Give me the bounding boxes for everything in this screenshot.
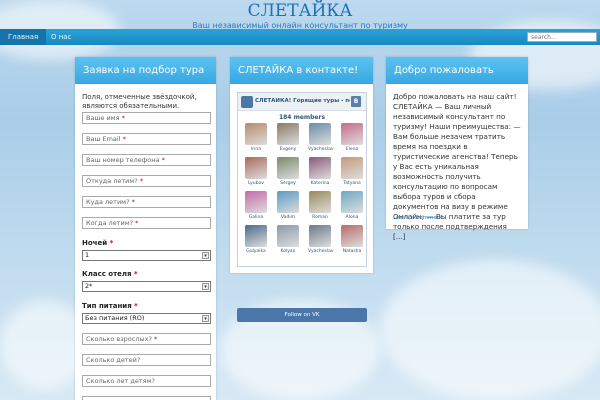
children-field[interactable]: Сколько детей? [82, 354, 211, 366]
search-input[interactable] [527, 32, 597, 42]
vk-widget: СЛЕТАЙКА! Горящие туры - подб... В 184 m… [237, 92, 367, 267]
vk-member-avatar[interactable] [309, 191, 331, 213]
vk-member-name[interactable]: Roman [308, 215, 332, 220]
vk-member-avatar[interactable] [341, 225, 363, 247]
nav-item-home[interactable]: Главная [0, 29, 47, 45]
vk-member[interactable]: Elena [340, 123, 364, 152]
vk-member-avatar[interactable] [341, 157, 363, 179]
vk-member[interactable]: Lyubov [244, 157, 268, 186]
vk-member[interactable]: Sergey [276, 157, 300, 186]
vk-follow-button[interactable]: Follow on VK [237, 308, 367, 322]
vk-member[interactable]: Gulyaika [244, 225, 268, 254]
vk-member-avatar[interactable] [277, 191, 299, 213]
vk-member-avatar[interactable] [341, 123, 363, 145]
vk-member-avatar[interactable] [245, 123, 267, 145]
site-header: СЛЕТАЙКА Ваш независимый онлайн консульт… [0, 0, 600, 30]
vk-member-name[interactable]: Alona [340, 215, 364, 220]
vk-member-avatar[interactable] [309, 225, 331, 247]
vk-member-name[interactable]: Evgeny [276, 147, 300, 152]
vk-member-avatar[interactable] [277, 225, 299, 247]
tour-request-title: Заявка на подбор тура [75, 57, 216, 84]
vk-member-name[interactable]: Vyacheslav [308, 249, 334, 254]
vk-member-avatar[interactable] [277, 123, 299, 145]
vk-member[interactable]: Vyacheslav [308, 225, 334, 254]
vk-panel: СЛЕТАЙКА в контакте! СЛЕТАЙКА! Горящие т… [230, 57, 373, 322]
vk-member-name[interactable]: Galina [244, 215, 268, 220]
vk-member-avatar[interactable] [277, 157, 299, 179]
email-field[interactable]: Ваш Email * [82, 133, 211, 145]
vk-group-title[interactable]: СЛЕТАЙКА! Горящие туры - подб... [255, 98, 350, 104]
vk-member-avatar[interactable] [245, 191, 267, 213]
phone-field[interactable]: Ваш номер телефона * [82, 154, 211, 166]
vk-member-avatar[interactable] [245, 157, 267, 179]
vk-member-name[interactable]: Lyubov [244, 181, 268, 186]
extra-field[interactable] [82, 396, 211, 400]
welcome-panel: Добро пожаловать Добро пожаловать на наш… [386, 57, 528, 241]
chevron-down-icon: ▾ [202, 315, 209, 322]
nights-select[interactable]: 1 ▾ [82, 250, 211, 261]
chevron-down-icon: ▾ [202, 252, 209, 259]
vk-member-avatar[interactable] [341, 191, 363, 213]
food-type-label: Тип питания * [82, 302, 138, 310]
required-fields-note: Поля, отмеченные звёздочкой, являются об… [82, 93, 197, 110]
vk-logo-icon[interactable]: В [351, 96, 361, 107]
vk-member-name[interactable]: Natasha [340, 249, 364, 254]
name-field[interactable]: Ваше имя * [82, 112, 211, 124]
vk-group-avatar[interactable] [241, 96, 253, 108]
hotel-class-select[interactable]: 2* ▾ [82, 281, 211, 292]
vk-member[interactable]: Roman [308, 191, 332, 220]
nav-item-about[interactable]: О нас [43, 29, 79, 45]
vk-member[interactable]: Vyacheslav [308, 123, 334, 152]
vk-member[interactable]: Alona [340, 191, 364, 220]
background-cloud [380, 260, 600, 400]
vk-member[interactable]: Tatyana [340, 157, 364, 186]
site-title[interactable]: СЛЕТАЙКА [0, 0, 600, 20]
vk-member-avatar[interactable] [309, 123, 331, 145]
vk-member-name[interactable]: Sergey [276, 181, 300, 186]
vk-member-name[interactable]: Irina [244, 147, 268, 152]
vk-member-name[interactable]: Vyacheslav [308, 147, 334, 152]
vk-member[interactable]: Irina [244, 123, 268, 152]
vk-member-name[interactable]: Gulyaika [244, 249, 268, 254]
leave-comment-link[interactable]: Leave a comment [393, 215, 442, 221]
tour-request-panel: Заявка на подбор тура Поля, отмеченные з… [75, 57, 216, 400]
hotel-class-label: Класс отеля * [82, 270, 138, 278]
vk-member[interactable]: Kolyan [276, 225, 300, 254]
vk-member-avatar[interactable] [245, 225, 267, 247]
vk-member[interactable]: Galina [244, 191, 268, 220]
vk-member-name[interactable]: Kolyan [276, 249, 300, 254]
vk-member[interactable]: Evgeny [276, 123, 300, 152]
vk-member-avatar[interactable] [309, 157, 331, 179]
chevron-down-icon: ▾ [202, 283, 209, 290]
food-type-select[interactable]: Без питания (RO) ▾ [82, 313, 211, 324]
from-field[interactable]: Откуда летим? * [82, 175, 211, 187]
vk-member-count[interactable]: 184 members [238, 114, 366, 121]
main-nav: Главная О нас [0, 29, 600, 45]
vk-member-name[interactable]: Katerina [308, 181, 332, 186]
welcome-title[interactable]: Добро пожаловать [386, 57, 528, 84]
vk-member-name[interactable]: Vadim [276, 215, 300, 220]
vk-member[interactable]: Katerina [308, 157, 332, 186]
nights-label: Ночей * [82, 239, 114, 247]
children-age-field[interactable]: Сколько лет детям? [82, 375, 211, 387]
vk-member[interactable]: Natasha [340, 225, 364, 254]
to-field[interactable]: Куда летим? * [82, 196, 211, 208]
vk-member-name[interactable]: Elena [340, 147, 364, 152]
when-field[interactable]: Когда летим? * [82, 217, 211, 229]
vk-member[interactable]: Vadim [276, 191, 300, 220]
vk-panel-title: СЛЕТАЙКА в контакте! [230, 57, 373, 84]
adults-field[interactable]: Сколько взрослых? * [82, 333, 211, 345]
vk-member-name[interactable]: Tatyana [340, 181, 364, 186]
